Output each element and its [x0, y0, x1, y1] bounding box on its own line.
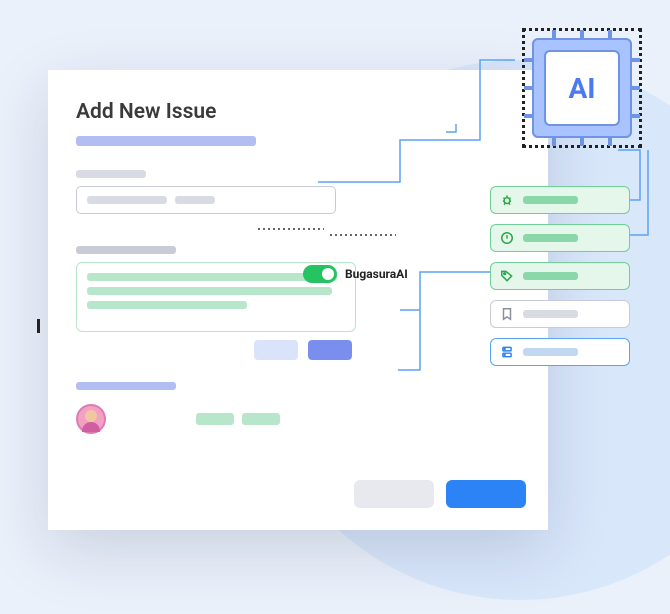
alert-icon — [499, 230, 515, 246]
ai-chip: AI — [522, 28, 642, 148]
submit-button[interactable] — [446, 480, 526, 508]
chip-label: AI — [544, 50, 620, 126]
tag-icon — [499, 268, 515, 284]
issue-form-card: Add New Issue BugasuraAI — [48, 70, 548, 530]
text-cursor — [37, 319, 40, 333]
primary-action-button[interactable] — [308, 340, 352, 360]
suggestion-bug[interactable] — [490, 186, 630, 214]
bugasura-ai-toggle[interactable] — [303, 265, 337, 283]
title-underline — [76, 136, 256, 146]
secondary-action-button[interactable] — [254, 340, 298, 360]
suggestion-alert[interactable] — [490, 224, 630, 252]
assignee-label — [76, 382, 176, 390]
tag-chip[interactable] — [242, 413, 280, 425]
database-icon — [499, 344, 515, 360]
cancel-button[interactable] — [354, 480, 434, 508]
suggestion-bookmark[interactable] — [490, 300, 630, 328]
bugasura-ai-toggle-label: BugasuraAI — [345, 267, 408, 281]
suggestion-tag[interactable] — [490, 262, 630, 290]
tag-chip[interactable] — [196, 413, 234, 425]
user-avatar[interactable] — [76, 404, 106, 434]
field-label-title — [76, 170, 146, 178]
page-title: Add New Issue — [76, 100, 520, 124]
bug-icon — [499, 192, 515, 208]
field-label-description — [76, 246, 176, 254]
suggestion-database[interactable] — [490, 338, 630, 366]
title-input[interactable] — [76, 186, 336, 214]
ai-suggestions — [490, 186, 630, 366]
bookmark-icon — [499, 306, 515, 322]
